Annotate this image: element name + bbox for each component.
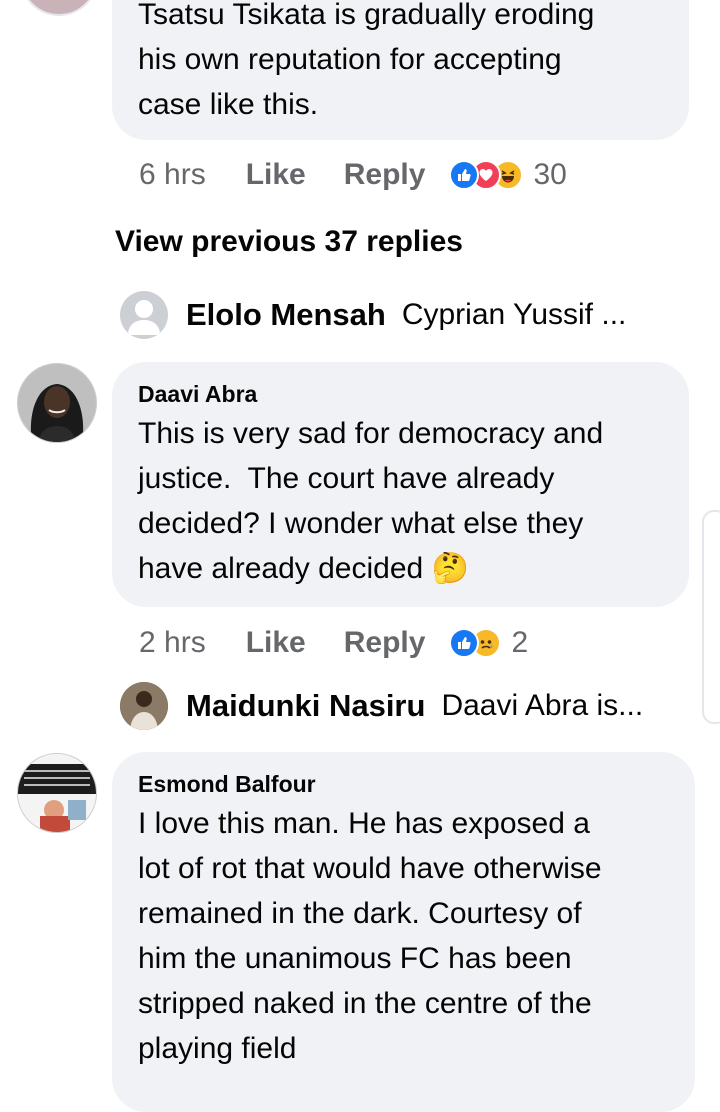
default-avatar-icon [128,300,160,335]
comment-text: Tsatsu Tsikata is gradually eroding his … [138,0,595,121]
reaction-count: 2 [511,626,529,659]
comment-timestamp[interactable]: 6 hrs [139,158,206,192]
avatar[interactable] [17,753,97,833]
reply-preview[interactable]: Elolo Mensah Cyprian Yussif ... [120,290,626,340]
reply-button[interactable]: Reply [344,158,426,192]
reply-preview[interactable]: Maidunki Nasiru Daavi Abra is... [120,681,643,731]
scrollbar[interactable] [702,510,720,724]
reaction-count: 30 [533,158,567,191]
avatar[interactable] [17,363,97,443]
reply-author-name[interactable]: Maidunki Nasiru [186,688,425,724]
comment-bubble: Tsatsu Tsikata is gradually eroding his … [112,0,689,140]
comment-author-name[interactable]: Daavi Abra [138,380,689,408]
reply-preview-text: Cyprian Yussif ... [401,298,627,331]
reaction-summary[interactable]: 30 [449,158,567,192]
like-button[interactable]: Like [246,158,306,192]
view-previous-replies[interactable]: View previous 37 replies [115,225,463,259]
comment-timestamp[interactable]: 2 hrs [139,626,206,660]
avatar [120,291,168,339]
reply-preview-text: Daavi Abra is... [441,689,644,722]
reaction-summary[interactable]: 2 [449,626,528,660]
comment-author-name[interactable]: Esmond Balfour [138,770,695,798]
comment-actions: 2 hrs Like Reply 2 [139,621,528,665]
like-button[interactable]: Like [246,626,306,660]
comment-actions: 6 hrs Like Reply 30 [139,153,567,197]
reply-author-name[interactable]: Elolo Mensah [186,297,386,333]
comment-text: This is very sad for democracy and justi… [138,417,604,585]
avatar [120,682,168,730]
comment-bubble: Daavi Abra This is very sad for democrac… [112,362,689,607]
reply-button[interactable]: Reply [344,626,426,660]
comment-text: I love this man. He has exposed a lot of… [138,807,602,1065]
comment-bubble: Esmond Balfour I love this man. He has e… [112,752,695,1112]
avatar[interactable] [20,0,98,16]
thinking-face-icon: 🤔 [431,552,469,585]
